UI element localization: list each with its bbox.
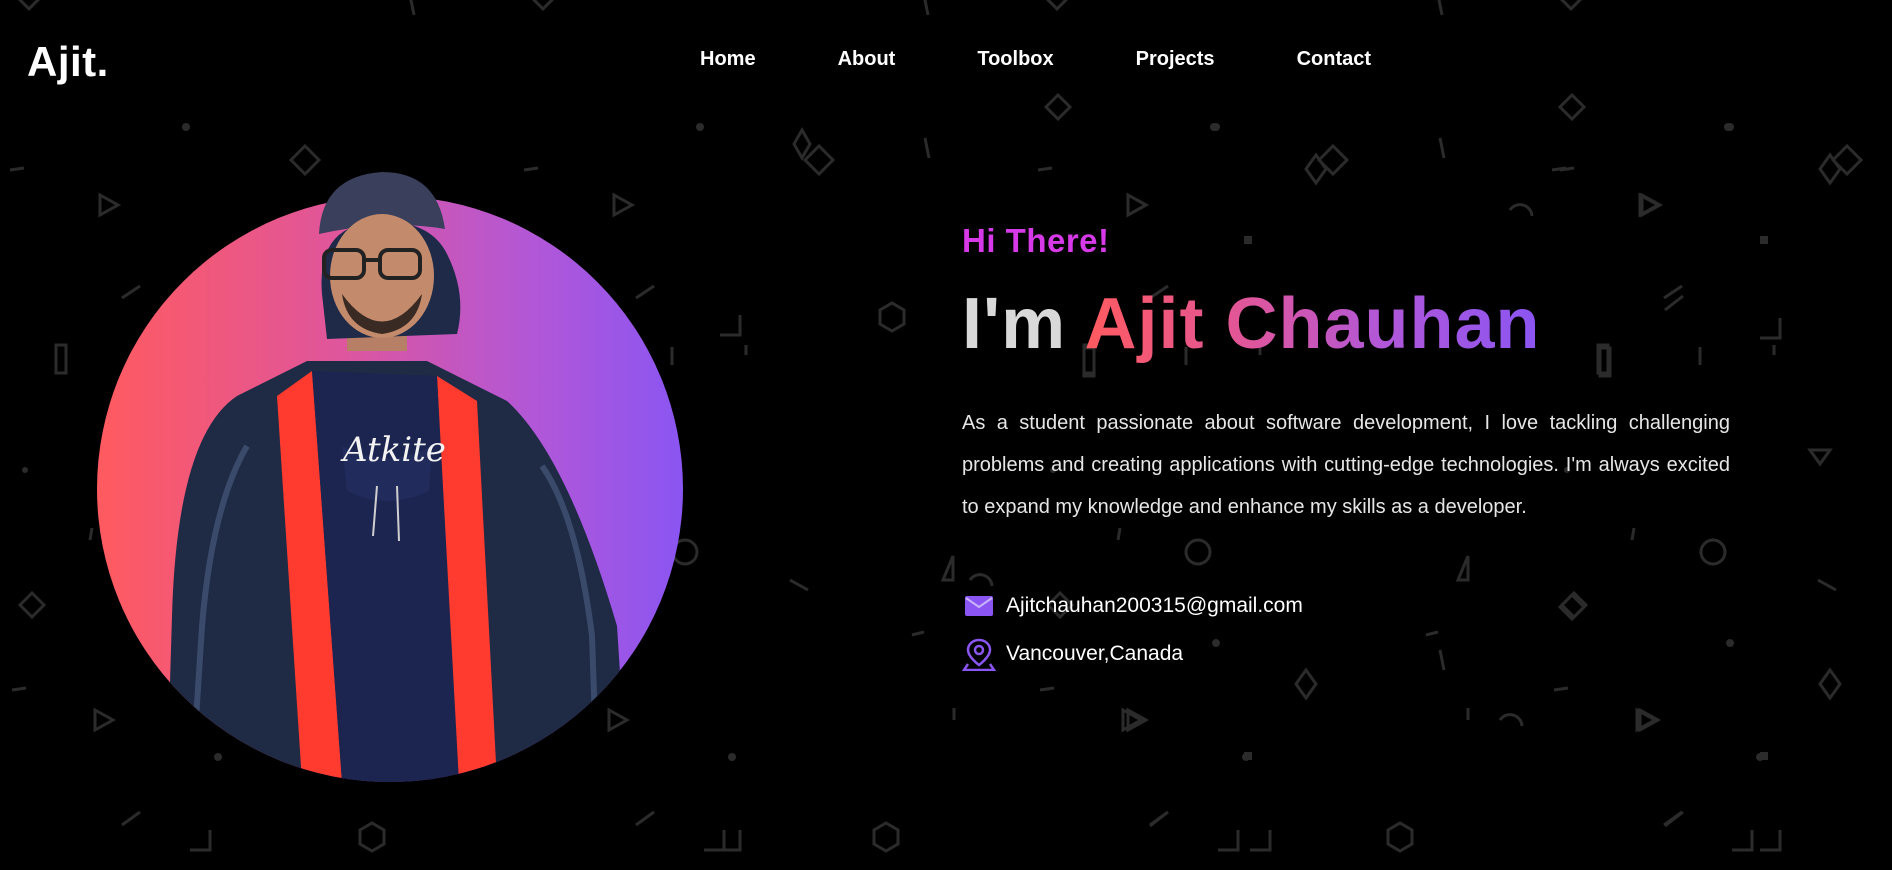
hero-section: Hi There! I'm Ajit Chauhan As a student … [962,222,1732,682]
hero-title: I'm Ajit Chauhan [962,288,1732,360]
page: Ajit. Home About Toolbox Projects Contac… [0,0,1892,870]
nav-projects[interactable]: Projects [1136,48,1215,71]
profile-head [319,172,461,339]
nav-toolbox[interactable]: Toolbox [977,48,1053,71]
profile-avatar: Atkite [97,172,683,782]
contact-location[interactable]: Vancouver,Canada [962,634,1732,674]
title-prefix: I'm [962,284,1067,364]
bio-text: As a student passionate about software d… [962,412,1730,518]
mail-icon [962,589,996,623]
logo[interactable]: Ajit. [27,38,109,86]
main-nav: Home About Toolbox Projects Contact [700,48,1371,71]
title-name: Ajit Chauhan [1084,284,1541,364]
greeting: Hi There! [962,222,1110,259]
svg-text:Atkite: Atkite [340,430,446,470]
contact-list: Ajitchauhan200315@gmail.com Vancouver,Ca… [962,586,1732,674]
email-text: Ajitchauhan200315@gmail.com [1006,594,1303,617]
nav-home[interactable]: Home [700,48,756,71]
location-text: Vancouver,Canada [1006,642,1184,665]
nav-about[interactable]: About [838,48,896,71]
nav-contact[interactable]: Contact [1297,48,1371,71]
location-pin-icon [962,637,996,671]
contact-email[interactable]: Ajitchauhan200315@gmail.com [962,586,1732,626]
